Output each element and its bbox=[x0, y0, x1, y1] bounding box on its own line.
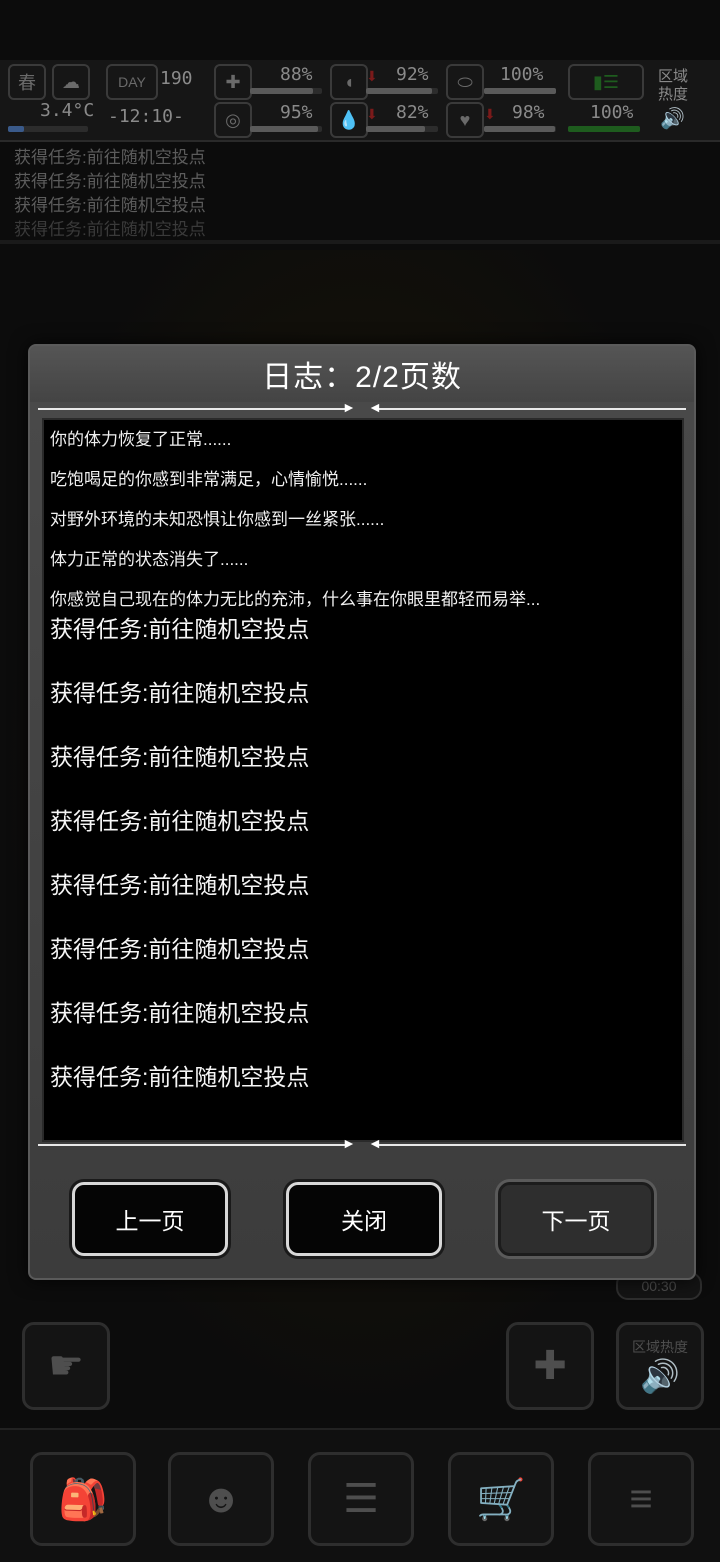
next-page-button[interactable]: 下一页 bbox=[498, 1182, 654, 1256]
health-value: 88% bbox=[280, 64, 313, 85]
season-badge: 春 bbox=[8, 64, 46, 100]
log-entry: 体力正常的状态消失了...... bbox=[50, 550, 249, 569]
log-entry: 吃饱喝足的你感到非常满足，心情愉悦...... bbox=[50, 470, 368, 489]
message-log-item: 获得任务:前往随机空投点 bbox=[14, 196, 206, 215]
log-dialog: 日志：2/2页数 ► ◄ 你的体力恢复了正常...... 吃饱喝足的你感到非常满… bbox=[28, 344, 696, 1280]
cart-icon: 🛒 bbox=[476, 1477, 526, 1522]
weather-icon: ☁ bbox=[52, 64, 90, 100]
thirst-bar bbox=[366, 126, 438, 132]
status-hud: 春 ☁ 3.4°C DAY 190 -12:10- ✚ 88% ◎ 95% ◖ … bbox=[0, 60, 720, 142]
nav-skills[interactable]: ☻ bbox=[168, 1452, 274, 1546]
hunger-value: 92% bbox=[396, 64, 429, 85]
medicine-bar bbox=[484, 88, 556, 94]
nav-shop[interactable]: 🛒 bbox=[448, 1452, 554, 1546]
down-arrow-icon: ⬇ bbox=[366, 68, 378, 84]
day-badge: DAY bbox=[106, 64, 158, 100]
log-entry: 你的体力恢复了正常...... bbox=[50, 430, 232, 449]
sanity-value: 95% bbox=[280, 102, 313, 123]
log-entry: 获得任务:前往随机空投点 bbox=[50, 872, 310, 898]
medical-folder-icon: ✚ bbox=[533, 1344, 567, 1388]
message-log-item: 获得任务:前往随机空投点 bbox=[14, 148, 206, 167]
down-arrow-icon: ⬇ bbox=[366, 106, 378, 122]
log-panel[interactable]: 你的体力恢复了正常...... 吃饱喝足的你感到非常满足，心情愉悦...... … bbox=[42, 418, 684, 1142]
log-entry: 你感觉自己现在的体力无比的充沛，什么事在你眼里都轻而易举... bbox=[50, 590, 541, 609]
hand-pointer-icon: ☛ bbox=[48, 1344, 84, 1388]
day-counter: 190 bbox=[160, 68, 193, 89]
log-entry: 获得任务:前往随机空投点 bbox=[50, 680, 310, 706]
message-log-item: 获得任务:前往随机空投点 bbox=[14, 172, 206, 191]
nav-tasks[interactable]: ☰ bbox=[308, 1452, 414, 1546]
menu-list-icon: ≡ bbox=[629, 1476, 653, 1521]
bottom-nav: 🎒 ☻ ☰ 🛒 ≡ bbox=[0, 1428, 720, 1562]
prev-page-button[interactable]: 上一页 bbox=[72, 1182, 228, 1256]
zone-heat-button-label: 区域热度 bbox=[632, 1339, 688, 1355]
log-entry: 获得任务:前往随机空投点 bbox=[50, 616, 310, 642]
heart-icon: ♥ bbox=[446, 102, 484, 138]
zone-heat-button[interactable]: 区域热度 🔊 bbox=[616, 1322, 704, 1410]
medical-folder-button[interactable]: ✚ bbox=[506, 1322, 594, 1410]
close-button[interactable]: 关闭 bbox=[286, 1182, 442, 1256]
season-label: 春 bbox=[18, 73, 36, 93]
timer-label: 00:30 bbox=[641, 1278, 677, 1294]
down-arrow-icon: ⬇ bbox=[484, 106, 496, 122]
clock-readout: -12:10- bbox=[108, 106, 184, 127]
zone-heat-label: 区域热度 bbox=[658, 68, 689, 103]
pill-icon: ⬭ bbox=[446, 64, 484, 100]
health-bar bbox=[250, 88, 322, 94]
speaker-icon: 🔊 bbox=[660, 108, 685, 130]
message-log-item: 获得任务:前往随机空投点 bbox=[14, 220, 206, 239]
stamina-icon: ▮☰ bbox=[568, 64, 644, 100]
message-log: 获得任务:前往随机空投点 获得任务:前往随机空投点 获得任务:前往随机空投点 获… bbox=[14, 146, 206, 242]
log-entry: 获得任务:前往随机空投点 bbox=[50, 808, 310, 834]
arrow-left-icon: ◄ bbox=[368, 399, 382, 415]
interact-button[interactable]: ☛ bbox=[22, 1322, 110, 1410]
stamina-value: 100% bbox=[590, 102, 634, 123]
top-separator: ► ◄ bbox=[38, 399, 686, 415]
hud-divider bbox=[0, 240, 720, 244]
arrow-left-icon: ◄ bbox=[368, 1135, 382, 1151]
dialog-title: 日志：2/2页数 bbox=[30, 346, 694, 402]
brain-head-icon: ☻ bbox=[199, 1476, 243, 1521]
stamina-bar bbox=[568, 126, 640, 132]
sanity-bar bbox=[250, 126, 322, 132]
temperature-bar bbox=[8, 126, 88, 132]
medicine-value: 100% bbox=[500, 64, 544, 85]
arrow-right-icon: ► bbox=[342, 1135, 356, 1151]
log-entry: 对野外环境的未知恐惧让你感到一丝紧张...... bbox=[50, 510, 385, 529]
temperature-readout: 3.4°C bbox=[40, 100, 95, 121]
day-label: DAY bbox=[118, 74, 146, 90]
log-entry: 获得任务:前往随机空投点 bbox=[50, 744, 310, 770]
medkit-icon: ✚ bbox=[214, 64, 252, 100]
stomach-icon: ◖ bbox=[330, 64, 368, 100]
log-entry: 获得任务:前往随机空投点 bbox=[50, 1064, 310, 1090]
notebook-icon: ☰ bbox=[343, 1477, 379, 1521]
nav-backpack[interactable]: 🎒 bbox=[30, 1452, 136, 1546]
bottom-separator: ► ◄ bbox=[38, 1135, 686, 1151]
heart-value: 98% bbox=[512, 102, 545, 123]
speaker-icon: 🔊 bbox=[640, 1358, 680, 1394]
brain-icon: ◎ bbox=[214, 102, 252, 138]
hunger-bar bbox=[366, 88, 438, 94]
heart-bar bbox=[484, 126, 556, 132]
nav-menu[interactable]: ≡ bbox=[588, 1452, 694, 1546]
backpack-icon: 🎒 bbox=[58, 1477, 108, 1522]
thirst-value: 82% bbox=[396, 102, 429, 123]
log-entry: 获得任务:前往随机空投点 bbox=[50, 936, 310, 962]
log-entry: 获得任务:前往随机空投点 bbox=[50, 1000, 310, 1026]
arrow-right-icon: ► bbox=[342, 399, 356, 415]
water-drop-icon: 💧 bbox=[330, 102, 368, 138]
